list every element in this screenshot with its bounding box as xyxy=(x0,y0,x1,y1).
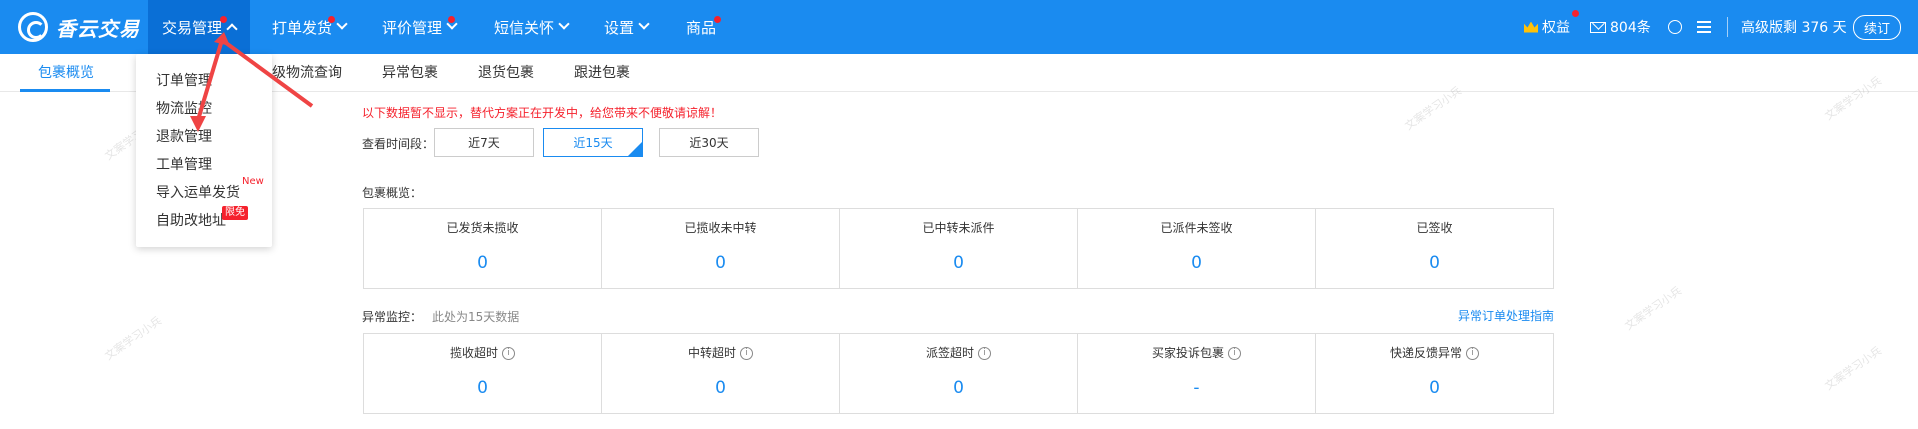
period-label: 查看时间段： xyxy=(362,137,435,151)
cell-title: 已派件未签收 xyxy=(1160,221,1233,235)
overview-cell[interactable]: 已派件未签收 0 xyxy=(1078,209,1316,288)
cell-title-text: 中转超时 xyxy=(687,346,736,360)
crown-icon xyxy=(1524,21,1538,33)
notification-dot xyxy=(448,16,455,23)
cell-title: 已签收 xyxy=(1416,221,1453,235)
header-divider xyxy=(1727,0,1728,54)
cell-title: 中转超时 i xyxy=(602,344,839,361)
cell-title: 已中转未派件 xyxy=(922,221,995,235)
nav-products[interactable]: 商品 xyxy=(672,0,730,54)
cell-value[interactable]: 0 xyxy=(602,253,839,273)
watermark: 文案学习小兵 xyxy=(102,314,165,363)
cell-title: 派签超时 i xyxy=(840,344,1077,361)
overview-cell[interactable]: 已签收 0 xyxy=(1316,209,1553,288)
nav-settings[interactable]: 设置 xyxy=(590,0,662,54)
overview-cell[interactable]: 已发货未揽收 0 xyxy=(364,209,602,288)
abnormal-guide-link[interactable]: 异常订单处理指南 xyxy=(1458,307,1554,324)
abnormal-label-text: 异常监控： xyxy=(362,310,423,324)
customer-service-icon xyxy=(1668,20,1682,34)
tab-abnormal-packages[interactable]: 异常包裹 xyxy=(382,54,438,92)
notification-dot xyxy=(714,16,721,23)
notification-dot xyxy=(328,16,335,23)
benefits-link[interactable]: 权益 xyxy=(1524,0,1579,54)
arrow-line-right xyxy=(220,38,314,108)
cell-title: 已揽收未中转 xyxy=(684,221,757,235)
abnormal-cell[interactable]: 派签超时 i 0 xyxy=(840,334,1078,413)
menu-item-ticket-management[interactable]: 工单管理 xyxy=(156,154,212,174)
info-icon[interactable]: i xyxy=(740,347,753,360)
menu-item-self-change-address[interactable]: 自助改地址 xyxy=(156,210,226,230)
cell-value[interactable]: 0 xyxy=(1078,253,1315,273)
abnormal-sublabel: 此处为15天数据 xyxy=(432,310,520,324)
renew-button[interactable]: 续订 xyxy=(1853,14,1902,40)
cell-value[interactable]: 0 xyxy=(840,253,1077,273)
menu-button[interactable] xyxy=(1697,0,1711,54)
cell-title: 揽收超时 i xyxy=(364,344,601,361)
nav-label: 设置 xyxy=(604,18,635,37)
messages-link[interactable]: 804条 xyxy=(1590,0,1651,54)
service-button[interactable] xyxy=(1668,0,1682,54)
cell-title-text: 揽收超时 xyxy=(449,346,498,360)
cell-title: 已发货未揽收 xyxy=(446,221,519,235)
chevron-down-icon xyxy=(558,18,570,30)
cell-title: 快递反馈异常 i xyxy=(1316,344,1553,361)
period-15days-button[interactable]: 近15天 xyxy=(543,128,643,157)
chevron-down-icon xyxy=(638,18,650,30)
period-30days-button[interactable]: 近30天 xyxy=(659,128,759,157)
benefits-label: 权益 xyxy=(1542,20,1570,36)
cell-value[interactable]: 0 xyxy=(1316,253,1553,273)
info-icon[interactable]: i xyxy=(978,347,991,360)
tab-return-packages[interactable]: 退货包裹 xyxy=(478,54,534,92)
overview-cell[interactable]: 已揽收未中转 0 xyxy=(602,209,840,288)
tab-follow-up-packages[interactable]: 跟进包裹 xyxy=(574,54,630,92)
notification-dot xyxy=(1572,10,1579,17)
watermark: 文案学习小兵 xyxy=(1822,344,1885,393)
nav-sms-care[interactable]: 短信关怀 xyxy=(480,0,582,54)
overview-cell[interactable]: 已中转未派件 0 xyxy=(840,209,1078,288)
arrow-head-down xyxy=(190,116,206,132)
plan-remaining-text: 高级版剩 376 天 xyxy=(1741,20,1847,36)
cell-value[interactable]: 0 xyxy=(602,378,839,398)
abnormal-cell[interactable]: 买家投诉包裹 i - xyxy=(1078,334,1316,413)
nav-label: 商品 xyxy=(686,18,717,37)
abnormal-cell[interactable]: 快递反馈异常 i 0 xyxy=(1316,334,1553,413)
overview-grid: 已发货未揽收 0 已揽收未中转 0 已中转未派件 0 已派件未签收 0 已签收 … xyxy=(363,208,1554,289)
cell-title-text: 派签超时 xyxy=(925,346,974,360)
nav-label: 评价管理 xyxy=(382,18,443,37)
period-7days-button[interactable]: 近7天 xyxy=(434,128,534,157)
list-icon xyxy=(1697,21,1711,33)
info-icon[interactable]: i xyxy=(1466,347,1479,360)
nav-label: 短信关怀 xyxy=(494,18,555,37)
menu-item-import-waybill[interactable]: 导入运单发货 xyxy=(156,182,240,202)
info-icon[interactable]: i xyxy=(502,347,515,360)
info-icon[interactable]: i xyxy=(1228,347,1241,360)
cell-title-text: 快递反馈异常 xyxy=(1389,346,1462,360)
abnormal-grid: 揽收超时 i 0 中转超时 i 0 派签超时 i 0 买家投诉包裹 i - 快递反馈异常… xyxy=(363,333,1554,414)
free-badge: 限免 xyxy=(222,206,248,220)
cell-value[interactable]: 0 xyxy=(364,253,601,273)
messages-count: 804条 xyxy=(1610,20,1651,36)
watermark: 文案学习小兵 xyxy=(1622,284,1685,333)
cell-value[interactable]: 0 xyxy=(364,378,601,398)
cell-value[interactable]: 0 xyxy=(1316,378,1553,398)
cell-value[interactable]: - xyxy=(1078,378,1315,398)
cell-value[interactable]: 0 xyxy=(840,378,1077,398)
cell-title: 买家投诉包裹 i xyxy=(1078,344,1315,361)
plan-status: 高级版剩 376 天 xyxy=(1741,0,1847,54)
abnormal-label: 异常监控： 此处为15天数据 xyxy=(362,308,519,325)
notice-text: 以下数据暂不显示，替代方案正在开发中，给您带来不便敬请谅解！ xyxy=(362,106,723,120)
chevron-down-icon xyxy=(336,18,348,30)
renew-button-wrap: 续订 xyxy=(1853,0,1902,54)
nav-review-management[interactable]: 评价管理 xyxy=(368,0,470,54)
arrow-line-down xyxy=(196,39,224,121)
new-badge: New xyxy=(242,176,264,187)
overview-label: 包裹概览： xyxy=(362,186,423,200)
mail-icon xyxy=(1590,21,1606,33)
annotation-arrows xyxy=(190,32,314,132)
cell-title-text: 买家投诉包裹 xyxy=(1151,346,1224,360)
abnormal-cell[interactable]: 中转超时 i 0 xyxy=(602,334,840,413)
abnormal-cell[interactable]: 揽收超时 i 0 xyxy=(364,334,602,413)
